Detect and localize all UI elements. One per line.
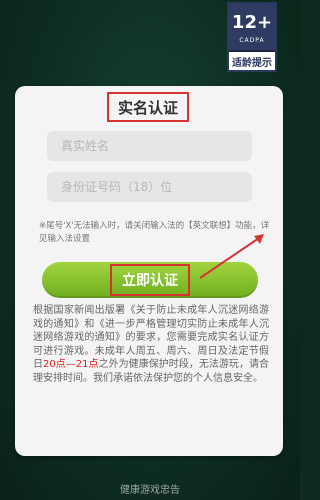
age-rating-hint[interactable]: 适龄提示	[229, 54, 275, 69]
verify-now-button[interactable]: 立即认证	[42, 262, 258, 298]
dialog-title: 实名认证	[117, 98, 178, 117]
verify-button-label: 立即认证	[122, 273, 178, 289]
dialog-title-highlight: 实名认证	[107, 92, 189, 122]
age-rating-org: CADPA	[239, 37, 265, 44]
verify-button-highlight: 立即认证	[110, 264, 190, 296]
input-method-notice: ※尾号'X'无法输入时，请关闭输入法的【英文联想】功能，详见输入法设置	[39, 221, 270, 244]
real-name-input[interactable]	[47, 131, 252, 161]
policy-notice: 根据国家新闻出版署《关于防止未成年人沉迷网络游戏的通知》和《进一步严格管理切实防…	[33, 304, 269, 385]
age-rating-number: 12+	[231, 12, 273, 33]
id-number-input[interactable]	[47, 172, 252, 202]
age-rating-badge: 12+ CADPA 适龄提示	[227, 2, 277, 72]
restricted-hours: 20点—21点	[43, 359, 99, 370]
health-advice-link[interactable]: 健康游戏忠告	[0, 481, 300, 496]
